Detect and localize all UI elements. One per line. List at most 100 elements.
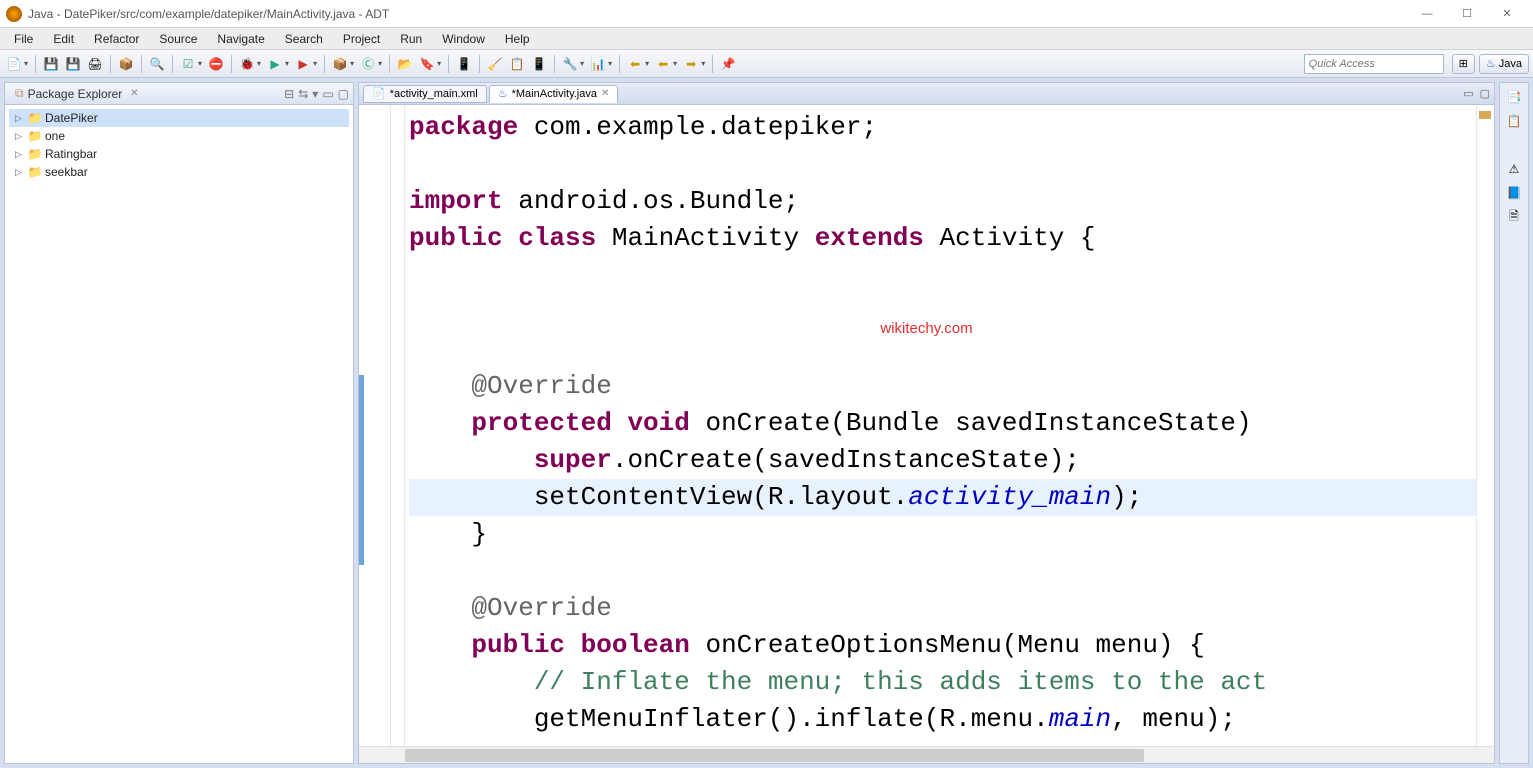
open-task-icon[interactable]: 🔖 bbox=[417, 54, 437, 74]
tree-label: seekbar bbox=[45, 165, 88, 179]
window-title: Java - DatePiker/src/com/example/datepik… bbox=[28, 7, 1407, 21]
collapse-all-icon[interactable]: ⊟ bbox=[284, 87, 294, 101]
tree-label: one bbox=[45, 129, 65, 143]
editor-tab-mainactivity[interactable]: ♨ *MainActivity.java ✕ bbox=[489, 85, 619, 103]
java-file-icon: ♨ bbox=[498, 87, 508, 100]
save-all-icon[interactable]: 💾 bbox=[63, 54, 83, 74]
ddms-icon[interactable]: 📊 bbox=[588, 54, 608, 74]
java-perspective-button[interactable]: ♨ Java bbox=[1479, 54, 1529, 74]
open-type-icon[interactable]: 🔍 bbox=[147, 54, 167, 74]
maximize-button[interactable]: ☐ bbox=[1447, 3, 1487, 25]
expander-icon[interactable]: ▷ bbox=[15, 149, 25, 160]
build-icon[interactable]: 📦 bbox=[116, 54, 136, 74]
overview-ruler[interactable] bbox=[1476, 105, 1494, 746]
tab-label: *MainActivity.java bbox=[512, 88, 597, 100]
debug-icon[interactable]: 🐞 bbox=[237, 54, 257, 74]
project-icon: 📁 bbox=[27, 147, 43, 161]
outline-view-icon[interactable]: 📑 bbox=[1506, 89, 1522, 105]
editor-area: 📄 *activity_main.xml ♨ *MainActivity.jav… bbox=[358, 82, 1495, 764]
minimize-editor-icon[interactable]: ▭ bbox=[1463, 87, 1473, 100]
package-explorer-icon: ⧉ bbox=[15, 86, 24, 101]
package-explorer-title: Package Explorer bbox=[28, 87, 123, 101]
last-edit-icon[interactable]: ➡ bbox=[681, 54, 701, 74]
run-icon[interactable]: ▶ bbox=[265, 54, 285, 74]
editor-tab-activity-main[interactable]: 📄 *activity_main.xml bbox=[363, 85, 487, 103]
minimize-view-icon[interactable]: ▭ bbox=[322, 87, 333, 101]
close-tab-icon[interactable]: ✕ bbox=[601, 88, 609, 99]
pin-icon[interactable]: 📌 bbox=[718, 54, 738, 74]
package-explorer-view: ⧉ Package Explorer ✕ ⊟ ⇆ ▾ ▭ ▢ ▷ 📁 DateP… bbox=[4, 82, 354, 764]
uiautomator-icon[interactable]: 🔧 bbox=[560, 54, 580, 74]
perspective-switcher: ⊞ ♨ Java bbox=[1452, 54, 1529, 74]
tree-item-seekbar[interactable]: ▷ 📁 seekbar bbox=[9, 163, 349, 181]
problems-view-icon[interactable]: ⚠ bbox=[1506, 161, 1522, 177]
lint-icon[interactable]: 📋 bbox=[507, 54, 527, 74]
project-icon: 📁 bbox=[27, 129, 43, 143]
marker-icon[interactable] bbox=[1479, 111, 1491, 119]
expander-icon[interactable]: ▷ bbox=[15, 167, 25, 178]
expander-icon[interactable]: ▷ bbox=[15, 113, 25, 124]
app-icon bbox=[6, 6, 22, 22]
android-sdk-icon[interactable]: 📱 bbox=[454, 54, 474, 74]
project-icon: 📁 bbox=[27, 111, 43, 125]
menu-window[interactable]: Window bbox=[432, 30, 495, 48]
scrollbar-thumb[interactable] bbox=[405, 749, 1144, 762]
open-folder-icon[interactable]: 📂 bbox=[395, 54, 415, 74]
menu-project[interactable]: Project bbox=[333, 30, 390, 48]
package-explorer-tab[interactable]: ⧉ Package Explorer ✕ bbox=[9, 84, 145, 103]
view-menu-icon[interactable]: ▾ bbox=[312, 87, 318, 101]
minimize-button[interactable]: — bbox=[1407, 3, 1447, 25]
right-trim-stack: 📑 📋 ⚠ 📘 🗎 bbox=[1499, 82, 1529, 764]
new-icon[interactable]: 📄 bbox=[4, 54, 24, 74]
close-icon[interactable]: ✕ bbox=[130, 88, 138, 99]
new-class-icon[interactable]: Ⓒ bbox=[358, 54, 378, 74]
horizontal-scrollbar[interactable] bbox=[359, 746, 1494, 763]
menu-search[interactable]: Search bbox=[275, 30, 333, 48]
skip-breakpoints-icon[interactable]: ⛔ bbox=[206, 54, 226, 74]
menu-file[interactable]: File bbox=[4, 30, 43, 48]
menu-refactor[interactable]: Refactor bbox=[84, 30, 149, 48]
workspace: ⧉ Package Explorer ✕ ⊟ ⇆ ▾ ▭ ▢ ▷ 📁 DateP… bbox=[0, 78, 1533, 768]
tree-label: DatePiker bbox=[45, 111, 98, 125]
code-content[interactable]: package com.example.datepiker; import an… bbox=[405, 105, 1476, 746]
expander-icon[interactable]: ▷ bbox=[15, 131, 25, 142]
quick-access-input[interactable] bbox=[1304, 54, 1444, 74]
save-icon[interactable]: 💾 bbox=[41, 54, 61, 74]
open-perspective-button[interactable]: ⊞ bbox=[1452, 54, 1475, 74]
maximize-view-icon[interactable]: ▢ bbox=[338, 87, 349, 101]
menu-help[interactable]: Help bbox=[495, 30, 540, 48]
device-icon[interactable]: 📱 bbox=[529, 54, 549, 74]
back-icon[interactable]: ⬅ bbox=[625, 54, 645, 74]
forward-icon[interactable]: ⬅ bbox=[653, 54, 673, 74]
tree-item-one[interactable]: ▷ 📁 one bbox=[9, 127, 349, 145]
checkbox-icon[interactable]: ☑ bbox=[178, 54, 198, 74]
java-perspective-label: Java bbox=[1499, 58, 1522, 70]
gutter bbox=[359, 105, 391, 746]
package-tree: ▷ 📁 DatePiker ▷ 📁 one ▷ 📁 Ratingbar ▷ 📁 … bbox=[5, 105, 353, 763]
editor-tabbar: 📄 *activity_main.xml ♨ *MainActivity.jav… bbox=[359, 83, 1494, 105]
external-tools-icon[interactable]: ▶ bbox=[293, 54, 313, 74]
java-perspective-icon: ♨ bbox=[1486, 57, 1496, 70]
tree-item-datepiker[interactable]: ▷ 📁 DatePiker bbox=[9, 109, 349, 127]
tree-item-ratingbar[interactable]: ▷ 📁 Ratingbar bbox=[9, 145, 349, 163]
quick-access bbox=[1304, 54, 1444, 74]
fold-ruler[interactable] bbox=[391, 105, 405, 746]
new-package-icon[interactable]: 📦 bbox=[330, 54, 350, 74]
maximize-editor-icon[interactable]: ▢ bbox=[1480, 87, 1490, 100]
close-button[interactable]: ✕ bbox=[1487, 3, 1527, 25]
menubar: File Edit Refactor Source Navigate Searc… bbox=[0, 28, 1533, 50]
link-editor-icon[interactable]: ⇆ bbox=[298, 87, 308, 101]
menu-source[interactable]: Source bbox=[149, 30, 207, 48]
package-explorer-tabbar: ⧉ Package Explorer ✕ ⊟ ⇆ ▾ ▭ ▢ bbox=[5, 83, 353, 105]
menu-navigate[interactable]: Navigate bbox=[207, 30, 274, 48]
xml-file-icon: 📄 bbox=[372, 87, 386, 100]
task-list-icon[interactable]: 📋 bbox=[1506, 113, 1522, 129]
avd-icon[interactable]: 🧹 bbox=[485, 54, 505, 74]
print-icon[interactable]: 🖨 bbox=[85, 54, 105, 74]
javadoc-view-icon[interactable]: 📘 bbox=[1506, 185, 1522, 201]
declaration-view-icon[interactable]: 🗎 bbox=[1506, 209, 1522, 225]
code-editor[interactable]: package com.example.datepiker; import an… bbox=[359, 105, 1494, 746]
menu-run[interactable]: Run bbox=[390, 30, 432, 48]
main-toolbar: 📄▾ 💾 💾 🖨 📦 🔍 ☑▾ ⛔ 🐞▾ ▶▾ ▶▾ 📦▾ Ⓒ▾ 📂 🔖▾ 📱 … bbox=[0, 50, 1533, 78]
menu-edit[interactable]: Edit bbox=[43, 30, 84, 48]
